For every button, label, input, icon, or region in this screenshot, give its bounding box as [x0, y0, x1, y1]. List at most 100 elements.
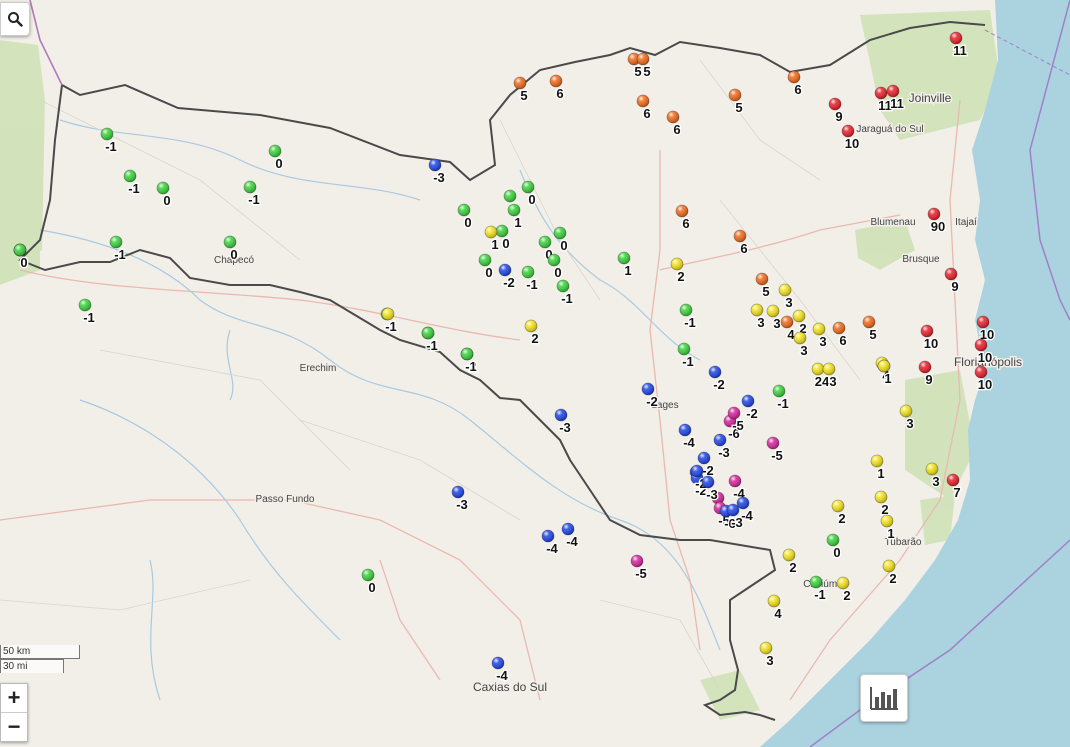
station-marker[interactable] [381, 307, 395, 321]
station-value: -2 [503, 275, 515, 290]
zoom-out-button[interactable]: − [1, 712, 27, 741]
station-value: 3 [829, 374, 836, 389]
station-value: -3 [456, 497, 468, 512]
scale-mi: 30 mi [0, 659, 64, 673]
station-value: -1 [777, 396, 789, 411]
station-value: -5 [635, 566, 647, 581]
station-value: 3 [819, 334, 826, 349]
station-value: 0 [230, 247, 237, 262]
station-value: 9 [835, 109, 842, 124]
station-value: 6 [740, 241, 747, 256]
station-value: 0 [368, 580, 375, 595]
station-value: -2 [646, 394, 658, 409]
station-value: 0 [554, 265, 561, 280]
station-value: 5 [735, 100, 742, 115]
station-value: 3 [785, 295, 792, 310]
station-value: 0 [464, 215, 471, 230]
station-value: -4 [496, 668, 508, 683]
search-button[interactable] [0, 2, 30, 36]
zoom-in-button[interactable]: + [1, 684, 27, 712]
station-value: 9 [951, 279, 958, 294]
station-value: 1 [877, 466, 884, 481]
station-value: 7 [953, 485, 960, 500]
station-value: 2 [531, 331, 538, 346]
place-label: Blumenau [870, 217, 915, 228]
station-value: -1 [105, 139, 117, 154]
station-value: 0 [275, 156, 282, 171]
station-value: -3 [731, 515, 743, 530]
place-label: Jaraguá do Sul [856, 124, 923, 135]
place-label: Passo Fundo [256, 494, 315, 505]
station-value: 5 [520, 88, 527, 103]
station-value: 4 [774, 606, 782, 621]
station-value: -1 [114, 247, 126, 262]
station-value: 2 [789, 560, 796, 575]
station-value: -5 [771, 448, 783, 463]
station-value: -3 [706, 487, 718, 502]
station-value: -4 [546, 541, 558, 556]
station-value: -1 [684, 315, 696, 330]
station-value: -3 [559, 420, 571, 435]
station-value: 1 [887, 526, 894, 541]
place-label: Caxias do Sul [473, 680, 547, 694]
station-value: 90 [931, 219, 945, 234]
station-value: 3 [757, 315, 764, 330]
station-value: -1 [385, 319, 397, 334]
station-value: 6 [794, 82, 801, 97]
station-value: 3 [773, 316, 780, 331]
station-value: -2 [746, 406, 758, 421]
chart-button[interactable] [860, 674, 908, 722]
station-value: -4 [741, 508, 753, 523]
station-dot-gloss [382, 308, 394, 320]
place-label: Erechim [300, 363, 337, 374]
station-value: -1 [248, 192, 260, 207]
station-value: 2 [843, 588, 850, 603]
station-value: 1 [514, 215, 521, 230]
map-canvas[interactable]: Joinville Jaraguá do Sul Blumenau Itajaí Bru… [0, 0, 1070, 747]
station-value: 0 [560, 238, 567, 253]
place-label: Joinville [909, 91, 952, 105]
station-value: 3 [932, 474, 939, 489]
station-value: 6 [673, 122, 680, 137]
zoom-control: + − [0, 683, 28, 742]
station-value: 3 [800, 343, 807, 358]
search-icon [8, 12, 23, 27]
station-value: 2 [838, 511, 845, 526]
station-value: 10 [978, 350, 992, 365]
station-value: 3 [766, 653, 773, 668]
station-value: 11 [890, 96, 904, 111]
station-value: -1 [814, 587, 826, 602]
station-value: -4 [683, 435, 695, 450]
station-value: 10 [978, 377, 992, 392]
scale-bar: 50 km 30 mi [0, 645, 80, 673]
station-value: -3 [718, 445, 730, 460]
station-value: 11 [953, 43, 967, 58]
station-value: 6 [556, 86, 563, 101]
station-value: -1 [561, 291, 573, 306]
bar-chart-icon [870, 687, 898, 710]
station-value: 0 [833, 545, 840, 560]
station-value: -4 [566, 534, 578, 549]
station-value: 5 [869, 327, 876, 342]
station-value: -1 [426, 338, 438, 353]
station-value: -2 [713, 377, 725, 392]
station-value: 24 [815, 374, 830, 389]
station-dot-gloss [878, 360, 890, 372]
station-value: 10 [924, 336, 938, 351]
station-value: -1 [682, 354, 694, 369]
scale-km: 50 km [0, 645, 80, 659]
station-value: -3 [433, 170, 445, 185]
station-value: 0 [528, 192, 535, 207]
station-value: -5 [732, 418, 744, 433]
station-value: 10 [845, 136, 859, 151]
station-value: 5 [643, 64, 650, 79]
station-value: 0 [502, 236, 509, 251]
station-value: 6 [682, 216, 689, 231]
station-value: -1 [526, 277, 538, 292]
station-value: 1 [884, 371, 891, 386]
station-value: -1 [465, 359, 477, 374]
station-value: 5 [762, 284, 769, 299]
station-marker[interactable] [877, 359, 891, 373]
station-value: 9 [925, 372, 932, 387]
station-value: 2 [889, 571, 896, 586]
